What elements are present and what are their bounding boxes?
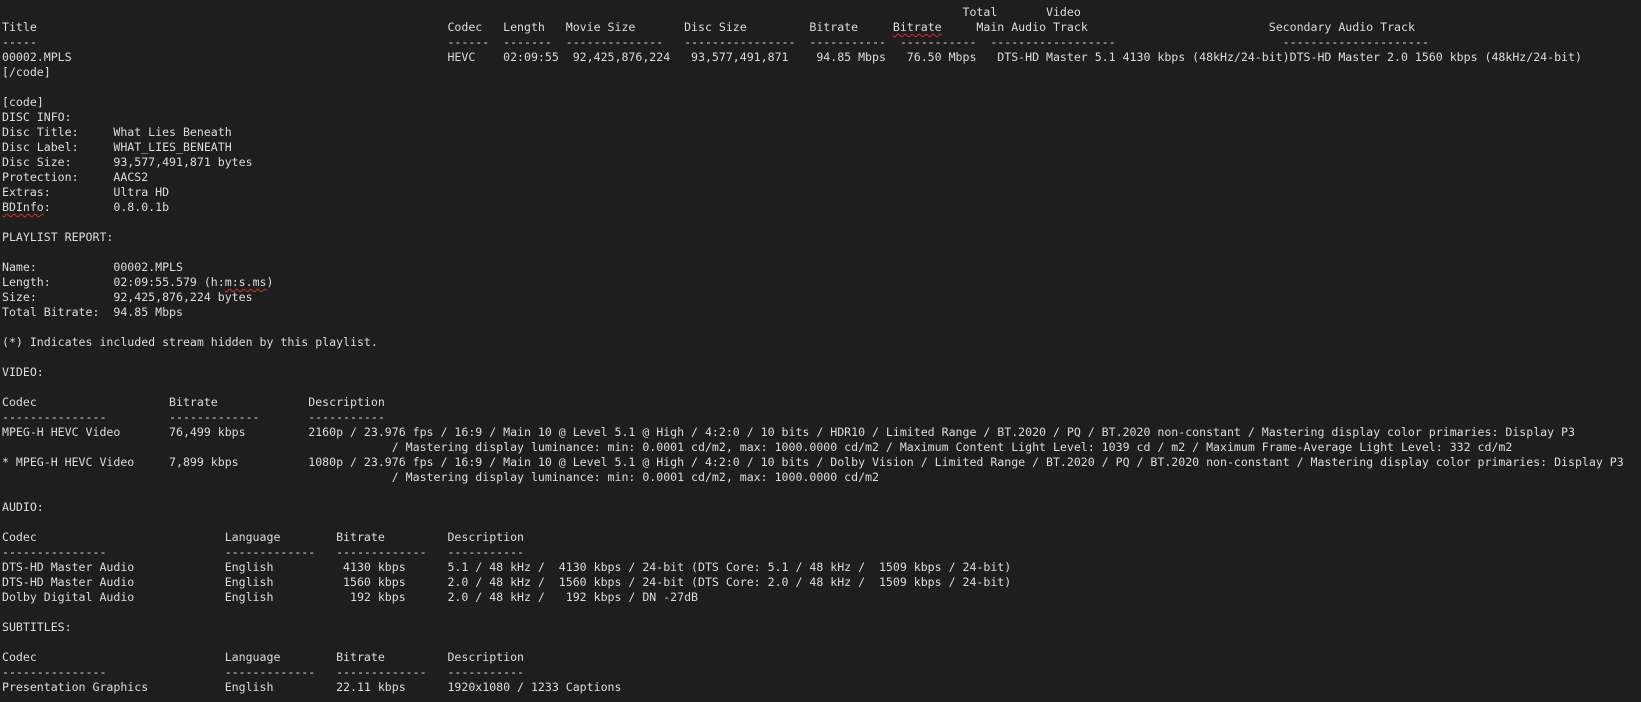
text-line: Length: 02:09:55.579 (h:m:s.ms) <box>2 275 1624 290</box>
text-segment: Length: 02:09:55.579 (h: <box>2 275 225 289</box>
text-segment: PLAYLIST REPORT: <box>2 230 114 244</box>
text-line: / Mastering display luminance: min: 0.00… <box>2 470 1624 485</box>
text-line: MPEG-H HEVC Video 76,499 kbps 2160p / 23… <box>2 425 1624 440</box>
text-segment: Codec Bitrate Description <box>2 395 385 409</box>
text-line: PLAYLIST REPORT: <box>2 230 1624 245</box>
text-segment: [code] <box>2 95 44 109</box>
text-line: Total Bitrate: 94.85 Mbps <box>2 305 1624 320</box>
text-line: Disc Label: WHAT_LIES_BENEATH <box>2 140 1624 155</box>
text-segment: MPEG-H HEVC Video 76,499 kbps 2160p / 23… <box>2 425 1575 439</box>
text-segment: VIDEO: <box>2 365 44 379</box>
text-segment: AUDIO: <box>2 500 44 514</box>
text-line: (*) Indicates included stream hidden by … <box>2 335 1624 350</box>
text-line: ​ <box>2 380 1624 395</box>
text-line: --------------- ------------- ----------… <box>2 410 1624 425</box>
spellcheck-flagged-word: BDInfo <box>2 200 44 214</box>
text-line: ----- ------ ------- -------------- ----… <box>2 35 1624 50</box>
spellcheck-flagged-word: Bitrate <box>892 20 942 34</box>
text-segment: --------------- ------------- ----------… <box>2 665 525 679</box>
text-segment: [/code] <box>2 65 51 79</box>
text-line: ​ <box>2 80 1624 95</box>
text-segment: Extras: Ultra HD <box>2 185 170 199</box>
text-line: [/code] <box>2 65 1624 80</box>
text-line: ​ <box>2 515 1624 530</box>
text-segment: DTS-HD Master Audio English 4130 kbps 5.… <box>2 560 1012 574</box>
text-segment: SUBTITLES: <box>2 620 72 634</box>
text-line: ​ <box>2 605 1624 620</box>
text-line: --------------- ------------- ----------… <box>2 665 1624 680</box>
text-segment: Codec Language Bitrate Description <box>2 530 525 544</box>
text-line: Codec Bitrate Description <box>2 395 1624 410</box>
text-line: ​ <box>2 485 1624 500</box>
text-line: Codec Language Bitrate Description <box>2 530 1624 545</box>
text-line: Disc Size: 93,577,491,871 bytes <box>2 155 1624 170</box>
text-line: DTS-HD Master Audio English 1560 kbps 2.… <box>2 575 1624 590</box>
text-line: Extras: Ultra HD <box>2 185 1624 200</box>
text-line: Codec Language Bitrate Description <box>2 650 1624 665</box>
text-segment: / Mastering display luminance: min: 0.00… <box>2 470 879 484</box>
text-line: DISC INFO: <box>2 110 1624 125</box>
spellcheck-flagged-word: m:s.ms <box>224 275 267 289</box>
text-segment: (*) Indicates included stream hidden by … <box>2 335 378 349</box>
text-segment: * MPEG-H HEVC Video 7,899 kbps 1080p / 2… <box>2 455 1624 469</box>
text-segment: Protection: AACS2 <box>2 170 149 184</box>
text-segment: Codec Language Bitrate Description <box>2 650 525 664</box>
text-line: Presentation Graphics English 22.11 kbps… <box>2 680 1624 695</box>
text-line: ​ <box>2 215 1624 230</box>
text-line: Title Codec Length Movie Size Disc Size … <box>2 20 1624 35</box>
text-line: ​ <box>2 635 1624 650</box>
text-segment: Presentation Graphics English 22.11 kbps… <box>2 680 622 694</box>
text-line: [code] <box>2 95 1624 110</box>
text-line: * MPEG-H HEVC Video 7,899 kbps 1080p / 2… <box>2 455 1624 470</box>
text-segment: Disc Size: 93,577,491,871 bytes <box>2 155 253 169</box>
text-line: Size: 92,425,876,224 bytes <box>2 290 1624 305</box>
text-segment: 00002.MPLS HEVC 02:09:55 92,425,876,224 … <box>2 50 1582 64</box>
text-segment: Disc Label: WHAT_LIES_BENEATH <box>2 140 232 154</box>
text-segment: --------------- ------------- ----------… <box>2 410 385 424</box>
text-line: Name: 00002.MPLS <box>2 260 1624 275</box>
text-line: Dolby Digital Audio English 192 kbps 2.0… <box>2 590 1624 605</box>
text-line: VIDEO: <box>2 365 1624 380</box>
text-segment: Size: 92,425,876,224 bytes <box>2 290 253 304</box>
text-line: / Mastering display luminance: min: 0.00… <box>2 440 1624 455</box>
text-segment: / Mastering display luminance: min: 0.00… <box>2 440 1513 454</box>
text-line: DTS-HD Master Audio English 4130 kbps 5.… <box>2 560 1624 575</box>
text-segment: Total Bitrate: 94.85 Mbps <box>2 305 183 319</box>
text-line: ​ <box>2 245 1624 260</box>
text-segment: : 0.8.0.1b <box>43 200 170 214</box>
text-segment: ----- ------ ------- -------------- ----… <box>2 35 1429 49</box>
text-line: BDInfo: 0.8.0.1b <box>2 200 1624 215</box>
text-line: AUDIO: <box>2 500 1624 515</box>
text-segment: Total Video <box>2 5 1081 19</box>
text-segment: Title Codec Length Movie Size Disc Size … <box>2 20 893 34</box>
text-line: 00002.MPLS HEVC 02:09:55 92,425,876,224 … <box>2 50 1624 65</box>
text-segment: --------------- ------------- ----------… <box>2 545 525 559</box>
text-line: Disc Title: What Lies Beneath <box>2 125 1624 140</box>
text-line: ​ <box>2 350 1624 365</box>
text-segment: Disc Title: What Lies Beneath <box>2 125 232 139</box>
text-line: Total Video <box>2 5 1624 20</box>
text-segment: Main Audio Track Secondary Audio Track <box>941 20 1415 34</box>
text-line: Protection: AACS2 <box>2 170 1624 185</box>
text-segment: Name: 00002.MPLS <box>2 260 183 274</box>
text-segment: Dolby Digital Audio English 192 kbps 2.0… <box>2 590 699 604</box>
text-line: ​ <box>2 320 1624 335</box>
text-segment: DISC INFO: <box>2 110 72 124</box>
text-segment: ) <box>266 275 274 289</box>
text-editor[interactable]: Total Video Title Codec Length Movie Size… <box>0 0 1641 702</box>
text-content[interactable]: Total Video Title Codec Length Movie Size… <box>2 5 1624 695</box>
text-line: SUBTITLES: <box>2 620 1624 635</box>
text-segment: DTS-HD Master Audio English 1560 kbps 2.… <box>2 575 1012 589</box>
text-line: --------------- ------------- ----------… <box>2 545 1624 560</box>
